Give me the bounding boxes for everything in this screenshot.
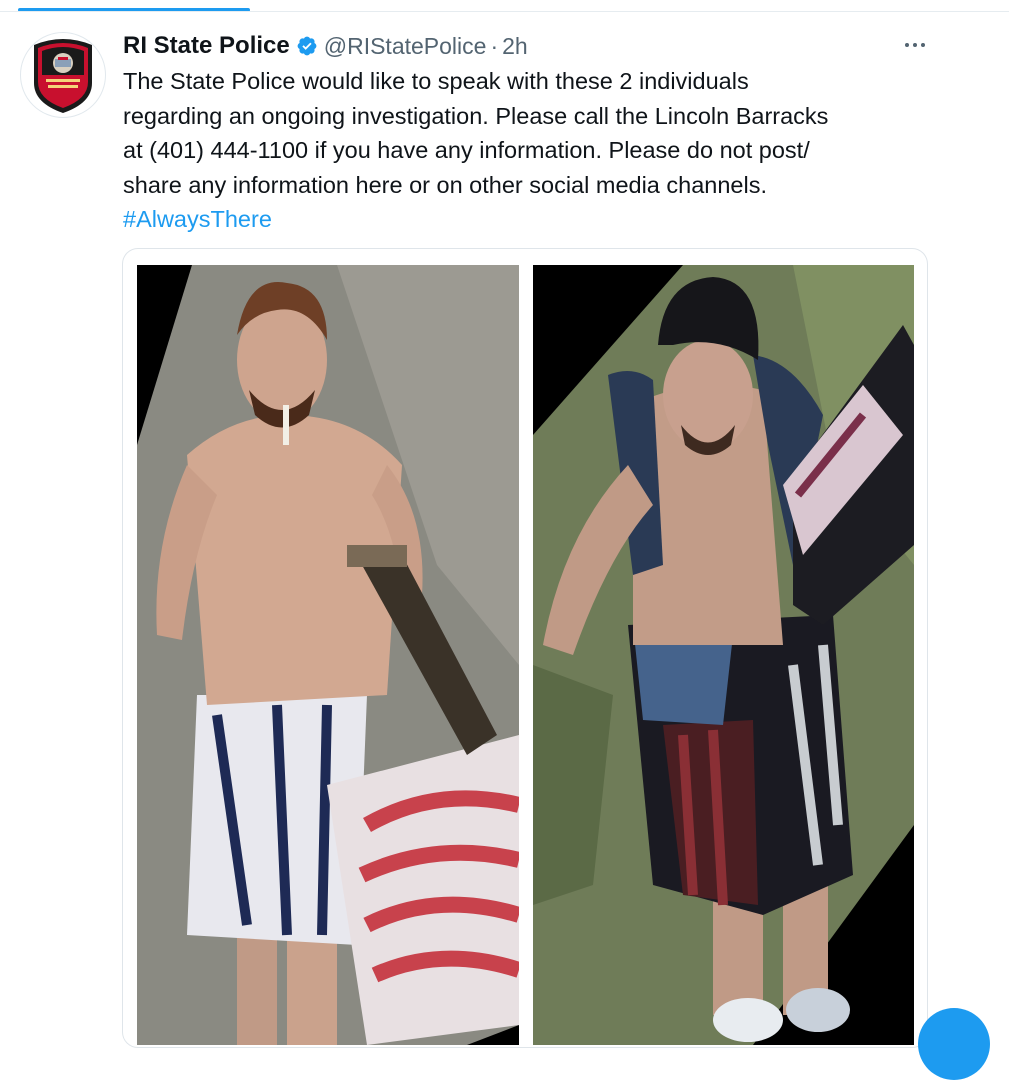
tweet-text-line: at (401) 444-1100 if you have any inform… [123, 137, 810, 163]
tweet-text-line: regarding an ongoing investigation. Plea… [123, 102, 829, 129]
suspect-photo-1[interactable] [137, 265, 519, 1045]
tweet-text-line: The State Police would like to speak wit… [123, 68, 749, 94]
hashtag-link[interactable]: #AlwaysThere [123, 202, 983, 237]
user-handle[interactable]: @RIStatePolice [324, 33, 487, 60]
top-divider [0, 11, 1009, 12]
separator-dot: · [490, 32, 499, 59]
compose-tweet-button[interactable] [918, 1008, 990, 1080]
timestamp[interactable]: 2h [502, 33, 528, 60]
more-options-icon[interactable] [904, 38, 926, 52]
media-card [122, 248, 928, 1048]
display-name[interactable]: RI State Police [123, 32, 290, 60]
tweet-text: The State Police would like to speak wit… [123, 64, 983, 237]
tweet-header: RI State Police @RIStatePolice · 2h [123, 30, 528, 62]
verified-badge-icon [297, 36, 317, 56]
state-police-badge-icon [34, 39, 92, 113]
avatar[interactable] [20, 32, 106, 118]
tweet-text-line: share any information here or on other s… [123, 171, 768, 198]
suspect-photo-2[interactable] [533, 265, 914, 1045]
